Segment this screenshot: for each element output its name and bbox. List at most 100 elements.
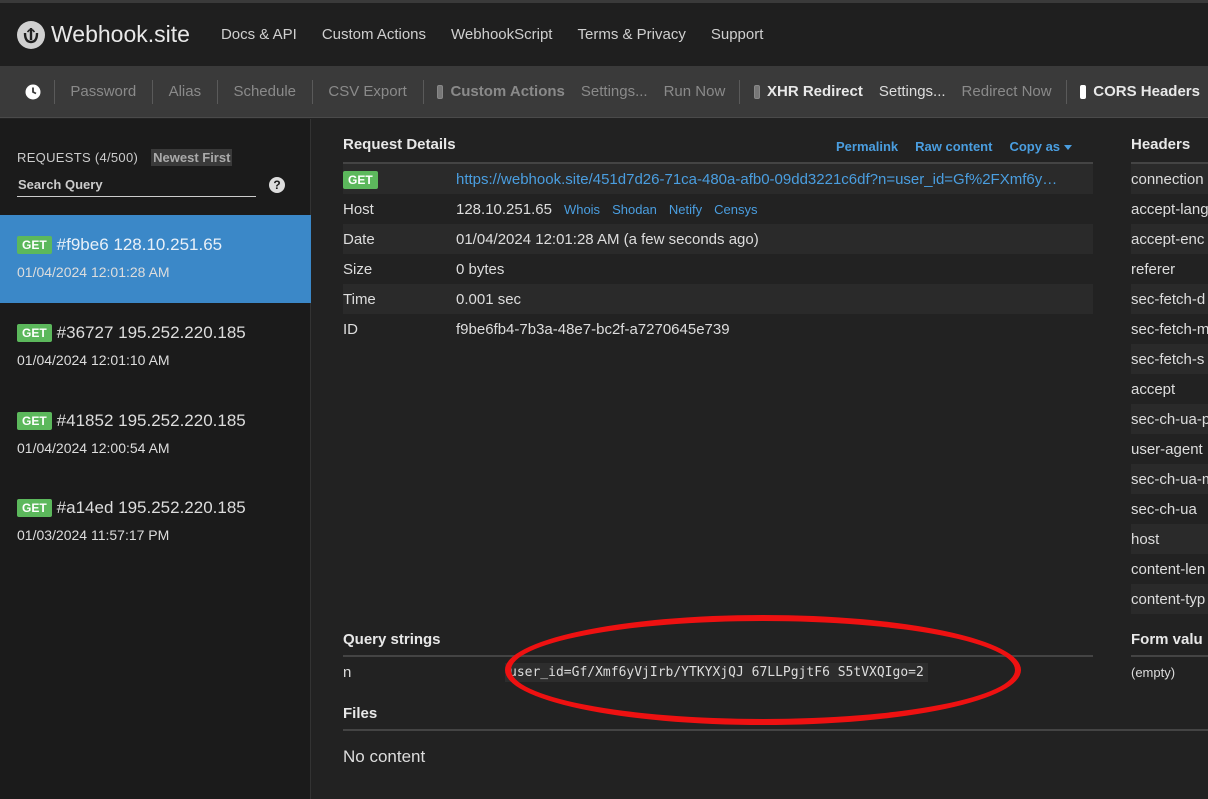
files-title: Files (343, 705, 378, 722)
id-row: ID f9be6fb4-7b3a-48e7-bc2f-a7270645e739 (343, 314, 1093, 344)
id-label: ID (343, 320, 358, 338)
copy-as-label: Copy as (1009, 139, 1061, 154)
request-url-link[interactable]: https://webhook.site/451d7d26-71ca-480a-… (456, 171, 1086, 188)
header-name: sec-fetch-s (1131, 344, 1208, 374)
date-value: 01/04/2024 12:01:28 AM (a few seconds ag… (456, 230, 759, 248)
url-row: GET https://webhook.site/451d7d26-71ca-4… (343, 164, 1093, 194)
header-name: content-len (1131, 560, 1206, 578)
request-detail-pane: Request Details Permalink Raw content Co… (312, 119, 1208, 799)
query-key: n (343, 663, 352, 681)
netify-link[interactable]: Netify (669, 202, 702, 217)
permalink-link[interactable]: Permalink (836, 139, 898, 154)
header-name: connection (1131, 164, 1208, 194)
request-date: 01/03/2024 11:57:17 PM (17, 527, 170, 543)
header-name: sec-ch-ua-m (1131, 464, 1208, 494)
help-icon[interactable]: ? (269, 177, 285, 193)
requests-count: REQUESTS (4/500) (17, 150, 139, 165)
header-name: sec-fetch-d (1131, 284, 1208, 314)
custom-actions-settings[interactable]: Settings... (573, 83, 656, 100)
header-name: content-typ (1131, 584, 1208, 614)
toolbar: Password Alias Schedule CSV Export Custo… (0, 66, 1208, 118)
nav-custom-actions[interactable]: Custom Actions (322, 26, 426, 43)
request-item[interactable]: GET #f9be6 128.10.251.65 01/04/2024 12:0… (0, 215, 311, 303)
requests-sidebar: REQUESTS (4/500) Newest First Search Que… (0, 119, 311, 799)
headers-title: Headers (1131, 136, 1191, 153)
top-navbar: Webhook.site Docs & API Custom Actions W… (0, 0, 1208, 66)
brand-name: Webhook.site (51, 21, 190, 47)
id-value: f9be6fb4-7b3a-48e7-bc2f-a7270645e739 (456, 320, 730, 338)
password-button[interactable]: Password (54, 83, 152, 100)
request-line: GET #f9be6 128.10.251.65 (17, 235, 222, 255)
query-value: user_id=Gf/Xmf6yVjIrb/YTKYXjQJ 67LLPgjtF… (505, 662, 928, 682)
clock-icon[interactable] (25, 84, 41, 100)
brand[interactable]: Webhook.site (17, 20, 190, 49)
main-nav: Docs & API Custom Actions WebhookScript … (221, 26, 788, 43)
size-value: 0 bytes (456, 260, 505, 278)
header-name: referer (1131, 260, 1176, 278)
raw-content-link[interactable]: Raw content (915, 139, 992, 154)
header-name: accept (1131, 380, 1176, 398)
nav-support[interactable]: Support (711, 26, 764, 43)
files-divider (343, 729, 1208, 731)
time-row: Time 0.001 sec (343, 284, 1093, 314)
header-name: sec-fetch-m (1131, 320, 1208, 338)
method-badge: GET (17, 236, 52, 254)
copy-as-dropdown[interactable]: Copy as (1009, 139, 1073, 154)
query-strings-title: Query strings (343, 631, 441, 648)
caret-down-icon (1064, 145, 1073, 151)
shodan-link[interactable]: Shodan (612, 202, 657, 217)
search-query-input[interactable]: Search Query (17, 175, 256, 197)
nav-docs-api[interactable]: Docs & API (221, 26, 297, 43)
request-item[interactable]: GET #41852 195.252.220.185 01/04/2024 12… (0, 391, 311, 479)
request-title: #a14ed 195.252.220.185 (56, 498, 246, 517)
request-item[interactable]: GET #36727 195.252.220.185 01/04/2024 12… (0, 303, 311, 391)
size-row: Size 0 bytes (343, 254, 1093, 284)
request-title: #36727 195.252.220.185 (56, 323, 246, 342)
request-date: 01/04/2024 12:01:28 AM (17, 264, 170, 280)
webhook-logo-icon (17, 20, 45, 49)
request-date: 01/04/2024 12:01:10 AM (17, 352, 170, 368)
host-label: Host (343, 200, 374, 218)
method-badge: GET (17, 412, 52, 430)
request-item[interactable]: GET #a14ed 195.252.220.185 01/03/2024 11… (0, 478, 311, 566)
files-no-content: No content (343, 747, 426, 766)
time-value: 0.001 sec (456, 290, 522, 308)
cors-headers-label: CORS Headers (1093, 83, 1200, 100)
method-badge: GET (343, 170, 378, 189)
request-details-title: Request Details (343, 136, 456, 153)
form-divider (1131, 655, 1208, 657)
host-row: Host 128.10.251.65 Whois Shodan Netify C… (343, 194, 1093, 224)
detail-links: Permalink Raw content Copy as (836, 139, 1089, 154)
schedule-button[interactable]: Schedule (217, 83, 312, 100)
alias-button[interactable]: Alias (153, 83, 218, 100)
redirect-now-button[interactable]: Redirect Now (954, 83, 1060, 100)
csv-export-button[interactable]: CSV Export (312, 83, 422, 100)
size-label: Size (343, 260, 373, 278)
nav-terms-privacy[interactable]: Terms & Privacy (577, 26, 685, 43)
form-values-title: Form valu (1131, 631, 1203, 648)
request-title: #f9be6 128.10.251.65 (56, 235, 223, 254)
query-row: n user_id=Gf/Xmf6yVjIrb/YTKYXjQJ 67LLPgj… (343, 657, 1093, 687)
nav-webhookscript[interactable]: WebhookScript (451, 26, 552, 43)
header-name: sec-ch-ua-p (1131, 404, 1208, 434)
censys-link[interactable]: Censys (714, 202, 757, 217)
method-badge: GET (17, 324, 52, 342)
header-name: user-agent (1131, 440, 1203, 458)
date-label: Date (343, 230, 375, 248)
request-title: #41852 195.252.220.185 (56, 411, 246, 430)
method-badge: GET (17, 499, 52, 517)
requests-header: REQUESTS (4/500) Newest First (17, 149, 233, 166)
header-name: sec-ch-ua (1131, 500, 1197, 518)
xhr-redirect-label: XHR Redirect (766, 83, 863, 100)
method-cell: GET (343, 170, 456, 189)
request-date: 01/04/2024 12:00:54 AM (17, 440, 170, 456)
whois-link[interactable]: Whois (564, 202, 600, 217)
host-value: 128.10.251.65 (456, 200, 552, 218)
request-line: GET #36727 195.252.220.185 (17, 323, 246, 343)
header-name: host (1131, 524, 1208, 554)
run-now-button[interactable]: Run Now (656, 83, 734, 100)
date-row: Date 01/04/2024 12:01:28 AM (a few secon… (343, 224, 1093, 254)
sort-order-button[interactable]: Newest First (151, 149, 233, 166)
custom-actions-label: Custom Actions (450, 83, 565, 100)
xhr-settings-button[interactable]: Settings... (871, 83, 954, 100)
